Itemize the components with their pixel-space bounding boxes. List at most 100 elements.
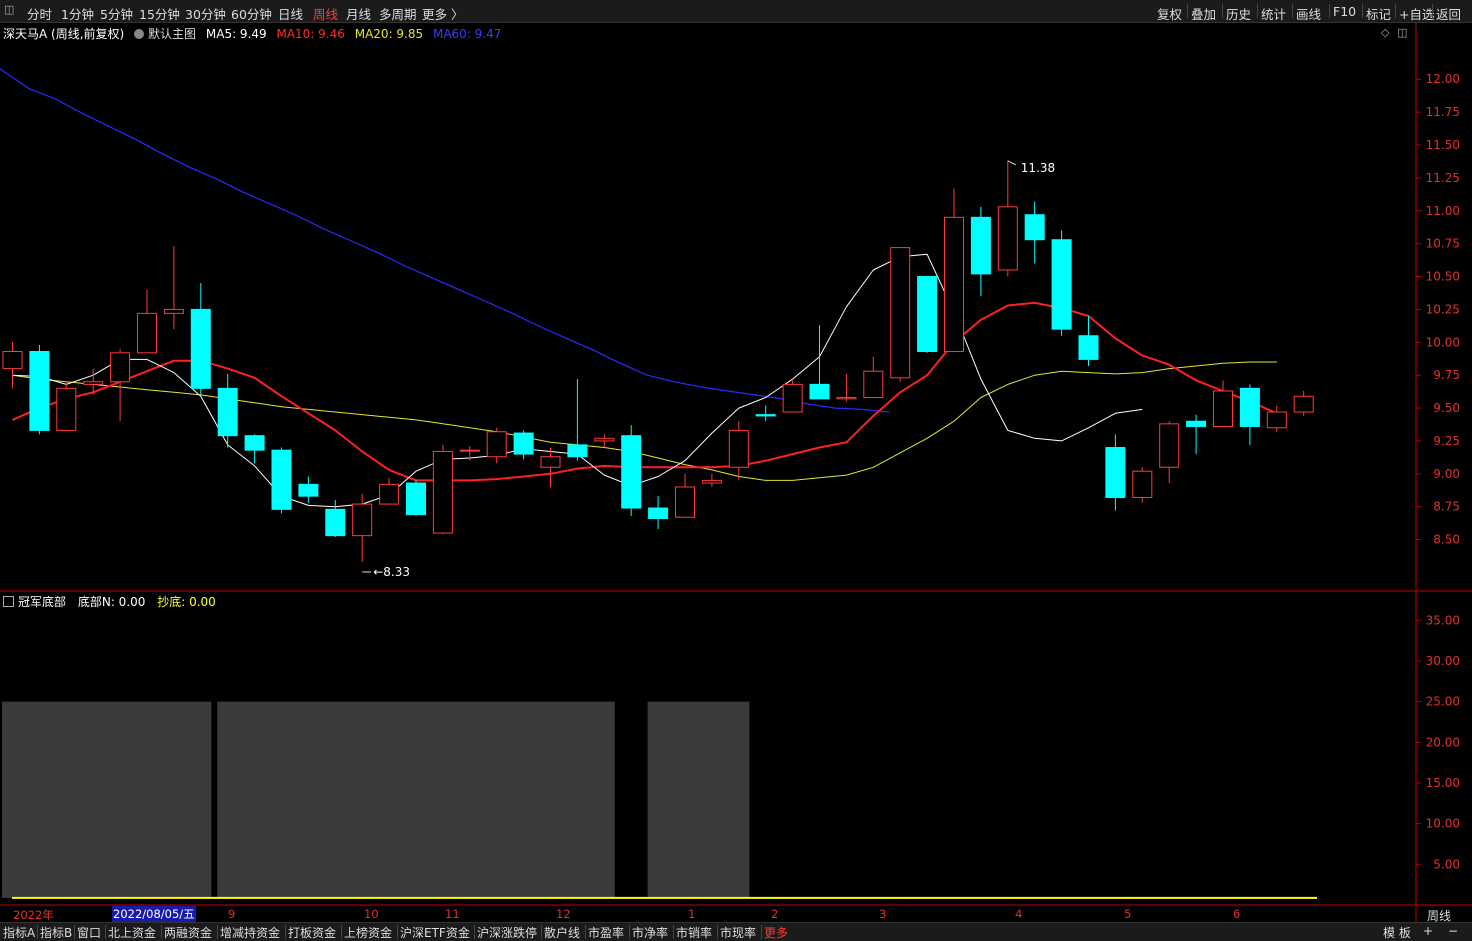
tool-button-4[interactable]: 画线 (1296, 4, 1321, 23)
candle-up[interactable] (379, 483, 400, 505)
candle-up[interactable] (728, 429, 749, 468)
tab-separator (629, 925, 630, 939)
indicator-tab-1[interactable]: 指标B (40, 924, 72, 941)
candle-up[interactable] (459, 449, 480, 452)
candle-down[interactable] (755, 414, 776, 417)
candle-down[interactable] (513, 432, 534, 455)
candle-down[interactable] (29, 351, 50, 431)
candle-up[interactable] (163, 308, 184, 314)
tool-button-7[interactable]: +自选 (1399, 4, 1434, 23)
indicator-tab-9[interactable]: 沪深涨跌停 (477, 924, 537, 941)
candle-up[interactable] (1266, 411, 1287, 429)
indicator-name[interactable]: 冠军底部 (3, 595, 66, 609)
period-tab-9[interactable]: 多周期 (379, 4, 417, 23)
candle-down[interactable] (1051, 239, 1072, 330)
zoom-out-button[interactable]: − (1448, 924, 1458, 938)
candle-down[interactable] (648, 507, 669, 520)
template-label[interactable]: 默认主图 (134, 27, 196, 41)
tool-button-3[interactable]: 统计 (1261, 4, 1286, 23)
candle-down[interactable] (325, 508, 346, 537)
candle-down[interactable] (1105, 447, 1126, 499)
candle-up[interactable] (110, 352, 131, 383)
sub-bar[interactable] (2, 701, 212, 898)
candle-up[interactable] (1213, 390, 1233, 427)
zoom-in-button[interactable]: + (1423, 924, 1433, 938)
sub-y-tick-label: 25.00 (1426, 695, 1460, 709)
indicator-tab-0[interactable]: 指标A (3, 924, 35, 941)
candle-up[interactable] (1132, 470, 1153, 499)
diamond-icon[interactable]: ◇ (1381, 26, 1389, 39)
candle-down[interactable] (809, 383, 830, 400)
candle-down[interactable] (406, 482, 426, 516)
candle-down[interactable] (1186, 420, 1207, 427)
kline-chart[interactable]: 8.50 8.75 9.00 9.25 9.50 9.75 10.00 10.25 10.50 1… (0, 0, 1472, 940)
candle-down[interactable] (567, 444, 588, 458)
candle-up[interactable] (486, 431, 507, 458)
indicator-tab-10[interactable]: 散户线 (544, 924, 580, 941)
candle-down[interactable] (1078, 335, 1099, 360)
indicator-tab-3[interactable]: 北上资金 (108, 924, 156, 941)
candle-down[interactable] (1024, 214, 1045, 241)
window-icon[interactable]: ◫ (1397, 26, 1407, 39)
tool-button-8[interactable]: 返回 (1436, 4, 1461, 23)
candle-down[interactable] (1239, 387, 1260, 427)
candle-up[interactable] (432, 450, 453, 534)
candle-up[interactable] (540, 456, 561, 468)
candle-up[interactable] (594, 437, 615, 442)
indicator-tab-11[interactable]: 市盈率 (588, 924, 624, 941)
period-tab-0[interactable]: 分时 (27, 4, 52, 23)
indicator-tab-6[interactable]: 打板资金 (288, 924, 336, 941)
tool-button-0[interactable]: 复权 (1157, 4, 1182, 23)
indicator-tab-15[interactable]: 更多 (764, 924, 788, 941)
candle-up[interactable] (890, 247, 911, 379)
candle-down[interactable] (190, 308, 211, 389)
candle-down[interactable] (244, 435, 265, 451)
candle-up[interactable] (944, 216, 964, 353)
indicator-tab-12[interactable]: 市净率 (632, 924, 668, 941)
period-tab-3[interactable]: 15分钟 (139, 4, 180, 23)
sub-bar[interactable] (217, 701, 615, 898)
candle-up[interactable] (1159, 423, 1180, 468)
sub-bar[interactable] (647, 701, 750, 898)
period-tab-2[interactable]: 5分钟 (100, 4, 133, 23)
candle-down[interactable] (217, 387, 238, 437)
candle-up[interactable] (997, 206, 1018, 271)
indicator-tab-14[interactable]: 市现率 (720, 924, 756, 941)
period-tab-4[interactable]: 30分钟 (185, 4, 226, 23)
candle-down[interactable] (271, 449, 292, 510)
candle-up[interactable] (836, 397, 857, 400)
tool-button-6[interactable]: 标记 (1366, 4, 1391, 23)
stock-title[interactable]: 深天马A (周线,前复权) (3, 27, 124, 41)
period-tab-5[interactable]: 60分钟 (231, 4, 272, 23)
period-tab-7[interactable]: 周线 (313, 4, 338, 23)
indicator-tab-4[interactable]: 两融资金 (164, 924, 212, 941)
indicator-tab-8[interactable]: 沪深ETF资金 (400, 924, 470, 941)
candle-up[interactable] (1293, 395, 1314, 413)
indicator-tab-7[interactable]: 上榜资金 (344, 924, 392, 941)
indicator-tab-5[interactable]: 增减持资金 (220, 924, 280, 941)
candle-up[interactable] (863, 370, 884, 399)
tool-button-2[interactable]: 历史 (1226, 4, 1251, 23)
candle-down[interactable] (970, 216, 991, 275)
period-tab-8[interactable]: 月线 (346, 4, 371, 23)
period-tab-6[interactable]: 日线 (278, 4, 303, 23)
candle-down[interactable] (917, 276, 938, 353)
period-tab-10[interactable]: 更多 〉 (422, 4, 463, 23)
candle-up[interactable] (782, 383, 803, 413)
candle-up[interactable] (2, 351, 23, 370)
indicator-tab-13[interactable]: 市销率 (676, 924, 712, 941)
candle-down[interactable] (298, 483, 319, 497)
candle-down[interactable] (621, 435, 642, 509)
menu-icon[interactable]: ◫ (4, 3, 18, 17)
candle-up[interactable] (675, 486, 695, 518)
candle-up[interactable] (56, 387, 77, 431)
tool-button-1[interactable]: 叠加 (1191, 4, 1216, 23)
candle-up[interactable] (701, 479, 722, 484)
candle-up[interactable] (83, 381, 104, 385)
period-tab-1[interactable]: 1分钟 (61, 4, 94, 23)
tool-button-5[interactable]: F10 (1333, 4, 1356, 19)
candle-up[interactable] (352, 503, 373, 537)
template-button[interactable]: 模 板 (1383, 924, 1411, 941)
candle-up[interactable] (137, 312, 157, 354)
indicator-tab-2[interactable]: 窗口 (77, 924, 101, 941)
